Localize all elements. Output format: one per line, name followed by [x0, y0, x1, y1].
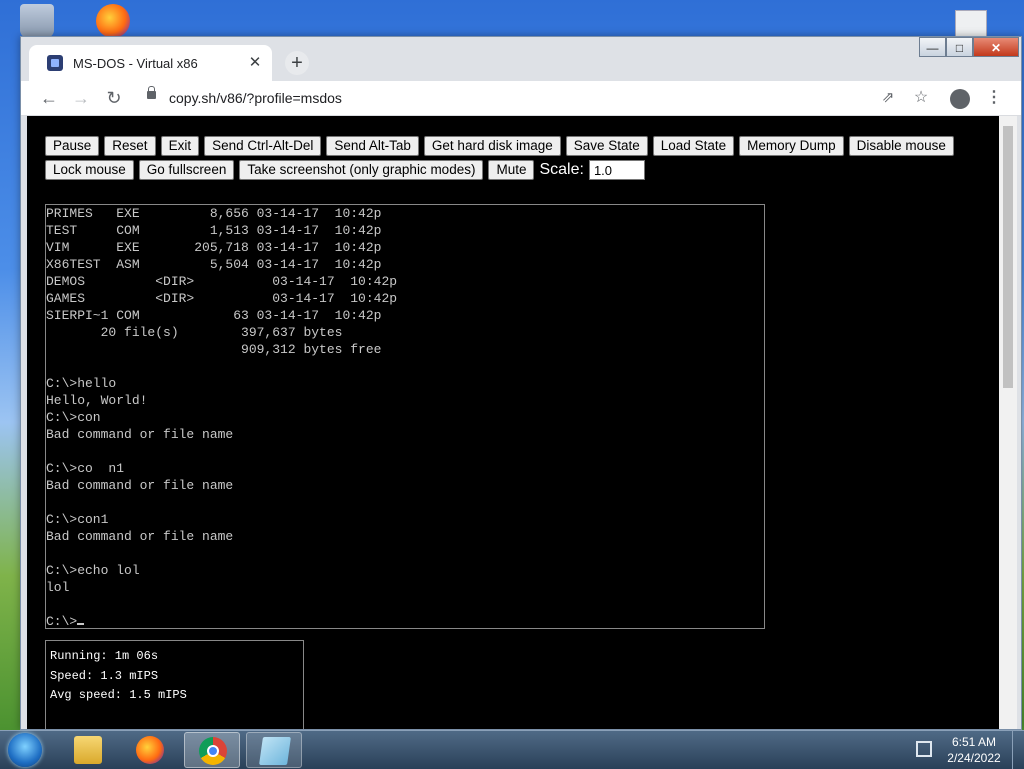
taskbar-explorer[interactable]	[60, 732, 116, 768]
bookmark-star-icon[interactable]: ☆	[910, 87, 932, 109]
terminal-line: X86TEST ASM 5,504 03-14-17 10:42p	[46, 257, 382, 272]
running-time: Running: 1m 06s	[50, 649, 159, 663]
send-alt-tab-button[interactable]: Send Alt-Tab	[326, 136, 419, 156]
v86-favicon-icon	[47, 55, 63, 71]
start-button[interactable]	[8, 733, 42, 767]
terminal-prompt-line: C:\>	[46, 613, 397, 629]
load-state-button[interactable]: Load State	[652, 136, 735, 156]
avg-speed: Avg speed: 1.5 mIPS	[50, 688, 187, 702]
page-content: Pause Reset Exit Send Ctrl-Alt-Del Send …	[27, 116, 999, 729]
page-scrollbar[interactable]	[999, 116, 1017, 729]
taskbar-chrome[interactable]	[184, 732, 240, 768]
save-state-button[interactable]: Save State	[565, 136, 648, 156]
terminal-line: C:\>con	[46, 410, 101, 425]
share-icon[interactable]: ⇗	[877, 87, 899, 109]
terminal-line: SIERPI~1 COM 63 03-14-17 10:42p	[46, 308, 382, 323]
terminal-line: TEST COM 1,513 03-14-17 10:42p	[46, 223, 382, 238]
pause-button[interactable]: Pause	[45, 136, 100, 156]
browser-window: MS-DOS - Virtual x86 ✕ + — □ ✕ ← → ↻ cop…	[20, 36, 1022, 730]
firefox-icon	[136, 736, 164, 764]
controls-row-1: Pause Reset Exit Send Ctrl-Alt-Del Send …	[45, 136, 975, 156]
lock-mouse-button[interactable]: Lock mouse	[45, 160, 134, 180]
terminal-line: Hello, World!	[46, 393, 148, 408]
terminal-line: 20 file(s) 397,637 bytes	[46, 325, 343, 340]
chrome-icon	[199, 737, 227, 765]
terminal-line: DEMOS <DIR> 03-14-17 10:42p	[46, 274, 398, 289]
emulator-controls: Pause Reset Exit Send Ctrl-Alt-Del Send …	[45, 136, 975, 184]
clock-date: 2/24/2022	[947, 751, 1001, 765]
forward-arrow-icon[interactable]: →	[70, 87, 92, 109]
terminal-line: GAMES <DIR> 03-14-17 10:42p	[46, 291, 398, 306]
exit-button[interactable]: Exit	[160, 136, 200, 156]
browser-toolbar: ← → ↻ copy.sh/v86/?profile=msdos ⇗ ☆ ⋮	[21, 81, 1021, 116]
terminal-line: C:\>con1	[46, 512, 109, 527]
get-hard-disk-image-button[interactable]: Get hard disk image	[423, 136, 561, 156]
send-ctrl-alt-del-button[interactable]: Send Ctrl-Alt-Del	[204, 136, 322, 156]
go-fullscreen-button[interactable]: Go fullscreen	[138, 160, 235, 180]
title-bar: MS-DOS - Virtual x86 ✕ + — □ ✕	[21, 37, 1021, 81]
reset-button[interactable]: Reset	[104, 136, 156, 156]
terminal-line: C:\>co n1	[46, 461, 125, 476]
stats-panel: Running: 1m 06s Speed: 1.3 mIPS Avg spee…	[45, 640, 304, 729]
network-icon[interactable]	[916, 741, 932, 757]
close-tab-icon[interactable]: ✕	[246, 54, 264, 72]
lock-icon[interactable]	[147, 86, 156, 99]
controls-row-2: Lock mouse Go fullscreen Take screenshot…	[45, 160, 975, 180]
profile-avatar-icon[interactable]	[950, 89, 970, 109]
terminal-line: 909,312 bytes free	[46, 342, 382, 357]
clock-time: 6:51 AM	[951, 735, 997, 749]
kebab-menu-icon[interactable]: ⋮	[983, 87, 1005, 109]
recycle-bin-icon[interactable]	[20, 4, 54, 38]
reload-icon[interactable]: ↻	[103, 87, 125, 109]
new-tab-button[interactable]: +	[285, 51, 309, 75]
back-arrow-icon[interactable]: ←	[38, 87, 60, 109]
terminal-line: lol	[46, 580, 70, 595]
tab-msdos[interactable]: MS-DOS - Virtual x86 ✕	[29, 45, 272, 81]
terminal-line: Bad command or file name	[46, 529, 234, 544]
terminal-line: Bad command or file name	[46, 478, 234, 493]
terminal-line: C:\>echo lol	[46, 563, 140, 578]
text-cursor	[77, 623, 85, 625]
emulator-screen[interactable]: PRIMES EXE 8,656 03-14-17 10:42p TEST CO…	[45, 204, 765, 629]
show-desktop-button[interactable]	[1012, 731, 1024, 769]
address-bar[interactable]: copy.sh/v86/?profile=msdos	[169, 90, 342, 106]
minimize-button[interactable]: —	[919, 37, 946, 57]
tab-title: MS-DOS - Virtual x86	[73, 55, 198, 71]
disable-mouse-button[interactable]: Disable mouse	[848, 136, 954, 156]
speed: Speed: 1.3 mIPS	[50, 668, 159, 683]
mute-button[interactable]: Mute	[488, 160, 535, 180]
system-clock[interactable]: 6:51 AM 2/24/2022	[942, 734, 1006, 766]
notepad-icon	[259, 737, 291, 765]
terminal-line: C:\>hello	[46, 376, 117, 391]
terminal-line: Bad command or file name	[46, 427, 234, 442]
taskbar-notepad[interactable]	[246, 732, 302, 768]
memory-dump-button[interactable]: Memory Dump	[739, 136, 844, 156]
maximize-button[interactable]: □	[946, 37, 973, 57]
terminal-prompt: C:\>	[46, 614, 78, 629]
terminal-line: VIM EXE 205,718 03-14-17 10:42p	[46, 240, 382, 255]
folder-icon	[74, 736, 102, 764]
close-window-button[interactable]: ✕	[973, 37, 1019, 57]
terminal-output: PRIMES EXE 8,656 03-14-17 10:42p TEST CO…	[46, 205, 398, 629]
taskbar: 6:51 AM 2/24/2022	[0, 730, 1024, 769]
terminal-line: PRIMES EXE 8,656 03-14-17 10:42p	[46, 206, 382, 221]
scale-label: Scale:	[539, 161, 584, 178]
take-screenshot-button[interactable]: Take screenshot (only graphic modes)	[239, 160, 484, 180]
taskbar-firefox[interactable]	[122, 732, 178, 768]
scrollbar-thumb[interactable]	[1003, 126, 1013, 388]
scale-input[interactable]	[588, 160, 645, 180]
firefox-desktop-icon[interactable]	[96, 4, 130, 38]
